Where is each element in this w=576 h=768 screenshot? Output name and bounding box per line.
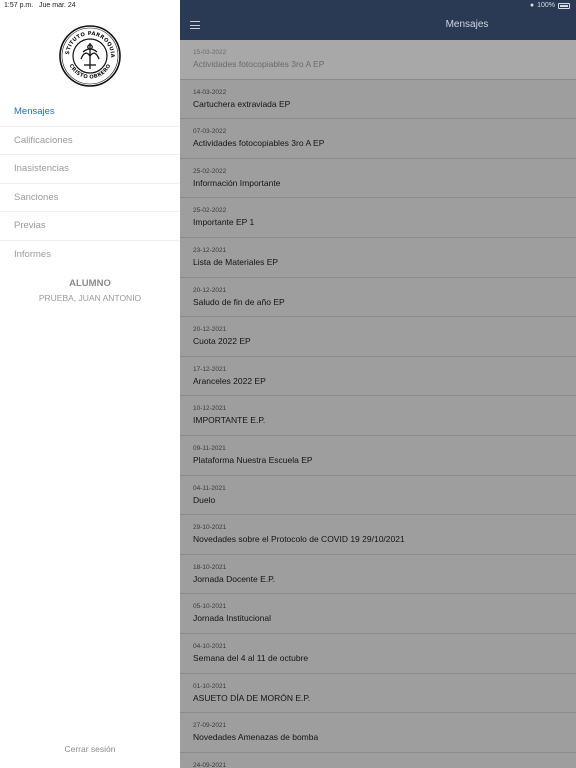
sidebar-nav: Mensajes Calificaciones Inasistencias Sa… xyxy=(0,98,180,270)
message-title: Novedades Amenazas de bomba xyxy=(193,732,319,743)
message-title: Actividades fotocopiables 3ro A EP xyxy=(193,138,325,149)
sidebar-item-mensajes[interactable]: Mensajes xyxy=(0,98,180,127)
message-row[interactable]: 01-10-2021 ASUETO DÍA DE MORÓN E.P. xyxy=(180,674,576,714)
message-row[interactable]: 14-03-2022 Cartuchera extraviada EP xyxy=(180,80,576,120)
message-row[interactable]: 25-02-2022 Información Importante xyxy=(180,159,576,199)
logout-button[interactable]: Cerrar sesión xyxy=(0,744,180,754)
message-date: 29-10-2021 xyxy=(193,524,227,532)
message-date: 15-03-2022 xyxy=(193,49,227,56)
sidebar-item-inasistencias[interactable]: Inasistencias xyxy=(0,155,180,184)
message-date: 25-02-2022 xyxy=(193,167,227,175)
message-row[interactable]: 20-12-2021 Cuota 2022 EP xyxy=(180,317,576,357)
status-indicators: ● 100% xyxy=(530,2,570,9)
student-info: ALUMNO PRUEBA, JUAN ANTONIO xyxy=(0,278,180,303)
message-title: IMPORTANTE E.P. xyxy=(193,415,266,426)
message-date: 24-09-2021 xyxy=(193,761,227,768)
wifi-icon: ● xyxy=(529,2,535,9)
message-date: 04-11-2021 xyxy=(193,484,226,492)
message-row[interactable]: 27-09-2021 Novedades Amenazas de bomba xyxy=(180,713,576,753)
message-row[interactable]: 10-12-2021 IMPORTANTE E.P. xyxy=(180,396,576,436)
message-title: Aranceles 2022 EP xyxy=(193,375,266,386)
message-row[interactable]: 17-12-2021 Aranceles 2022 EP xyxy=(180,357,576,397)
message-list: 15-03-2022 Actividades fotocopiables 3ro … xyxy=(180,40,576,768)
message-date: 14-03-2022 xyxy=(193,88,227,96)
status-time: 1:57 p.m. Jue mar. 24 xyxy=(4,2,76,9)
message-title: Información Importante xyxy=(193,177,281,188)
message-date: 05-10-2021 xyxy=(193,603,227,611)
message-date: 07-03-2022 xyxy=(193,128,227,136)
message-date: 18-10-2021 xyxy=(193,563,227,571)
message-row[interactable]: 20-12-2021 Saludo de fin de año EP xyxy=(180,278,576,318)
message-date: 27-09-2021 xyxy=(193,722,227,730)
sidebar-item-calificaciones[interactable]: Calificaciones xyxy=(0,127,180,156)
message-title: Jornada Institucional xyxy=(193,613,271,624)
message-date: 09-11-2021 xyxy=(193,444,226,452)
message-row[interactable]: 04-11-2021 Duelo xyxy=(180,476,576,516)
sidebar: INSTITUTO PARROQUIAL CRISTO OBRERO Mensa… xyxy=(0,0,180,768)
message-title: Novedades sobre el Protocolo de COVID 19… xyxy=(193,534,405,545)
battery-icon xyxy=(558,2,570,9)
message-title: Cartuchera extraviada EP xyxy=(193,98,291,109)
message-date: 04-10-2021 xyxy=(193,642,227,650)
student-name: PRUEBA, JUAN ANTONIO xyxy=(38,293,142,303)
message-row[interactable]: 05-10-2021 Jornada Institucional xyxy=(180,594,576,634)
message-title: ASUETO DÍA DE MORÓN E.P. xyxy=(193,692,311,703)
message-row[interactable]: 04-10-2021 Semana del 4 al 11 de octubre xyxy=(180,634,576,674)
main-panel: Mensajes 15-03-2022 Actividades fotocopia… xyxy=(180,0,576,768)
message-date: 17-12-2021 xyxy=(193,365,227,373)
message-title: Plataforma Nuestra Escuela EP xyxy=(193,454,313,465)
message-date: 23-12-2021 xyxy=(193,246,227,254)
message-row[interactable]: 29-10-2021 Novedades sobre el Protocolo d… xyxy=(180,515,576,555)
message-title: Saludo de fin de año EP xyxy=(193,296,285,307)
message-row[interactable]: 18-10-2021 Jornada Docente E.P. xyxy=(180,555,576,595)
message-date: 20-12-2021 xyxy=(193,326,227,334)
school-logo: INSTITUTO PARROQUIAL CRISTO OBRERO xyxy=(57,21,121,87)
message-row[interactable]: 25-02-2022 Importante EP 1 xyxy=(180,198,576,238)
message-row[interactable]: 15-03-2022 Actividades fotocopiables 3ro … xyxy=(180,40,576,80)
message-date: 25-02-2022 xyxy=(193,207,227,215)
message-title: Semana del 4 al 11 de octubre xyxy=(193,652,309,663)
sidebar-item-previas[interactable]: Previas xyxy=(0,212,180,241)
message-row[interactable]: 24-09-2021 xyxy=(180,753,576,768)
message-date: 01-10-2021 xyxy=(193,682,227,690)
message-title: Cuota 2022 EP xyxy=(193,336,251,347)
message-title: Importante EP 1 xyxy=(193,217,255,228)
battery-percent: 100% xyxy=(537,2,555,9)
sidebar-item-informes[interactable]: Informes xyxy=(0,241,180,270)
message-row[interactable]: 09-11-2021 Plataforma Nuestra Escuela EP xyxy=(180,436,576,476)
page-title: Mensajes xyxy=(445,19,489,30)
message-title: Jornada Docente E.P. xyxy=(193,573,276,584)
status-bar: 1:57 p.m. Jue mar. 24 ● 100% xyxy=(0,0,576,12)
message-date: 20-12-2021 xyxy=(193,286,227,294)
message-title: Duelo xyxy=(193,494,216,505)
message-row[interactable]: 23-12-2021 Lista de Materiales EP xyxy=(180,238,576,278)
message-title: Lista de Materiales EP xyxy=(193,256,279,267)
message-row[interactable]: 07-03-2022 Actividades fotocopiables 3ro … xyxy=(180,119,576,159)
message-title: Actividades fotocopiables 3ro A EP xyxy=(193,59,325,69)
sidebar-item-sanciones[interactable]: Sanciones xyxy=(0,184,180,213)
student-label: ALUMNO xyxy=(69,278,111,289)
message-date: 10-12-2021 xyxy=(193,405,227,413)
